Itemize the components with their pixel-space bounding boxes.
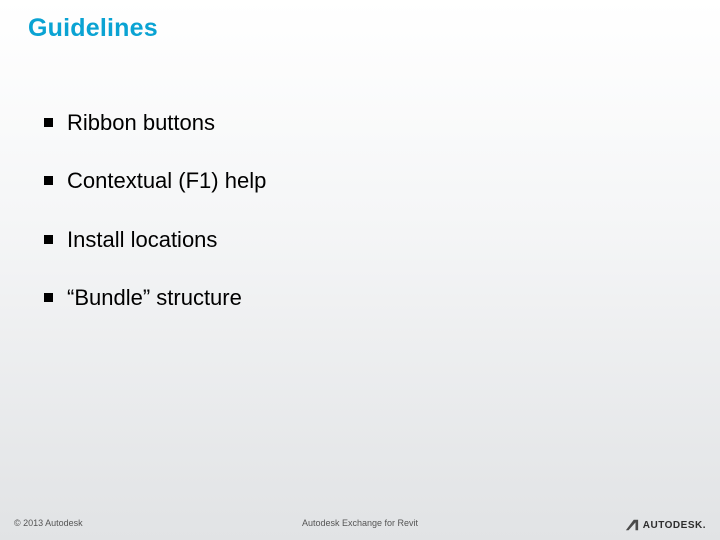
list-item-text: Ribbon buttons <box>67 110 215 136</box>
list-item-text: Contextual (F1) help <box>67 168 266 194</box>
bullet-list: Ribbon buttons Contextual (F1) help Inst… <box>44 110 680 344</box>
bullet-icon <box>44 176 53 185</box>
autodesk-logo-icon <box>625 518 639 532</box>
list-item-text: Install locations <box>67 227 217 253</box>
bullet-icon <box>44 293 53 302</box>
list-item: Ribbon buttons <box>44 110 680 136</box>
footer-subtitle: Autodesk Exchange for Revit <box>0 518 720 528</box>
footer-brand: AUTODESK. <box>625 518 706 532</box>
slide: Guidelines Ribbon buttons Contextual (F1… <box>0 0 720 540</box>
footer-brand-text: AUTODESK. <box>643 520 706 531</box>
list-item-text: “Bundle” structure <box>67 285 242 311</box>
bullet-icon <box>44 118 53 127</box>
bullet-icon <box>44 235 53 244</box>
list-item: “Bundle” structure <box>44 285 680 311</box>
list-item: Contextual (F1) help <box>44 168 680 194</box>
slide-title: Guidelines <box>28 14 158 43</box>
list-item: Install locations <box>44 227 680 253</box>
